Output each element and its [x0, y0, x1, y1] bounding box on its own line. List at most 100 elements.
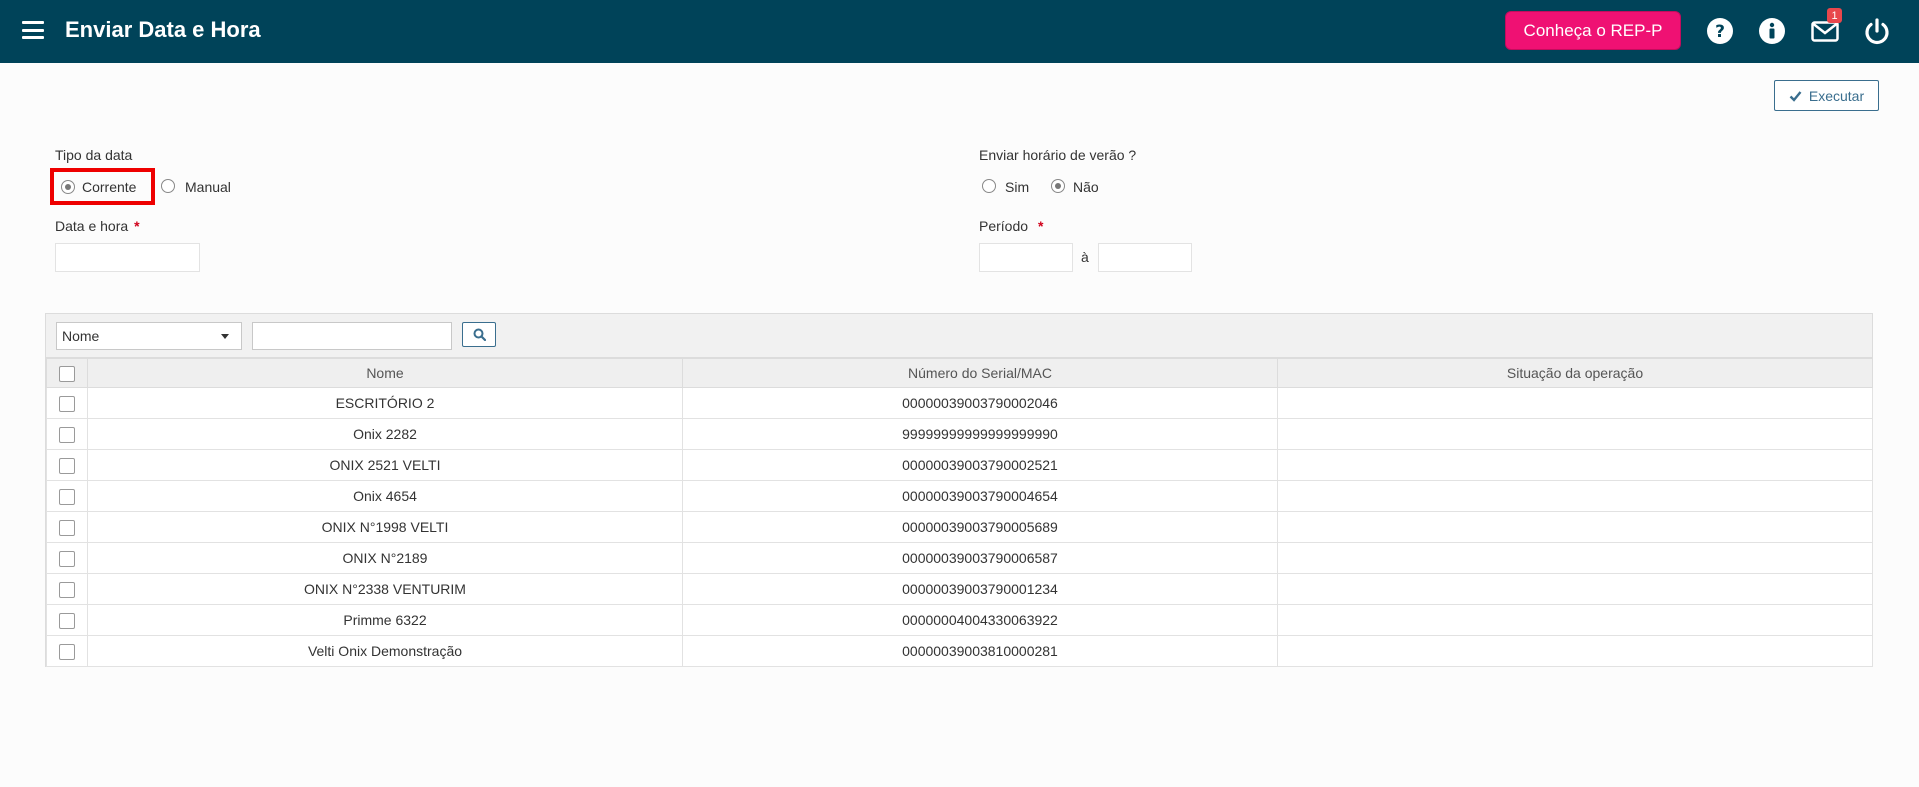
cell-serial: 00000039003790002521	[682, 449, 1278, 481]
search-icon	[473, 328, 486, 341]
periodo-separator: à	[1081, 249, 1089, 265]
cell-serial: 00000039003790001234	[682, 573, 1278, 605]
cell-serial: 99999999999999999990	[682, 418, 1278, 450]
filter-field-value: Nome	[62, 328, 100, 344]
table-row[interactable]: Primme 6322 00000004004330063922	[46, 604, 1873, 636]
row-checkbox[interactable]	[59, 457, 75, 474]
cell-situacao	[1277, 480, 1873, 512]
row-checkbox[interactable]	[59, 519, 75, 536]
cell-situacao	[1277, 573, 1873, 605]
svg-text:?: ?	[1715, 22, 1725, 42]
row-select-cell	[46, 542, 88, 574]
radio-manual-label[interactable]: Manual	[185, 179, 231, 195]
cell-situacao	[1277, 418, 1873, 450]
notification-badge: 1	[1827, 8, 1842, 23]
row-checkbox[interactable]	[59, 488, 75, 505]
row-select-cell	[46, 387, 88, 419]
row-checkbox[interactable]	[59, 395, 75, 412]
cell-nome: ONIX 2521 VELTI	[87, 449, 683, 481]
info-icon[interactable]	[1757, 16, 1787, 46]
power-icon[interactable]	[1862, 16, 1892, 46]
periodo-label: Período *	[979, 218, 1044, 234]
required-mark: *	[1038, 218, 1044, 234]
cell-serial: 00000039003790006587	[682, 542, 1278, 574]
cell-nome: Onix 2282	[87, 418, 683, 450]
cell-serial: 00000039003790005689	[682, 511, 1278, 543]
radio-sim-label[interactable]: Sim	[1005, 179, 1029, 195]
table-row[interactable]: Onix 2282 99999999999999999990	[46, 418, 1873, 450]
cell-serial: 00000039003790004654	[682, 480, 1278, 512]
cell-nome: ONIX N°1998 VELTI	[87, 511, 683, 543]
radio-corrente-label[interactable]: Corrente	[82, 179, 136, 195]
data-hora-input[interactable]	[55, 243, 200, 272]
cell-situacao	[1277, 449, 1873, 481]
horario-verao-label: Enviar horário de verão ?	[979, 147, 1137, 163]
table-row[interactable]: Velti Onix Demonstração 00000039003810000…	[46, 635, 1873, 667]
cell-nome: ONIX N°2338 VENTURIM	[87, 573, 683, 605]
cell-nome: Primme 6322	[87, 604, 683, 636]
select-all-checkbox[interactable]	[59, 365, 75, 382]
table-row[interactable]: ONIX N°2189 00000039003790006587	[46, 542, 1873, 574]
row-select-cell	[46, 418, 88, 450]
required-mark: *	[134, 218, 140, 234]
column-header-serial[interactable]: Número do Serial/MAC	[682, 358, 1278, 388]
radio-corrente[interactable]	[61, 180, 75, 194]
grid-toolbar: Nome	[46, 314, 1872, 358]
column-header-nome[interactable]: Nome	[87, 358, 683, 388]
search-button[interactable]	[462, 322, 496, 347]
tipo-data-label: Tipo da data	[55, 147, 133, 163]
rep-p-button[interactable]: Conheça o REP-P	[1505, 11, 1681, 50]
row-select-cell	[46, 511, 88, 543]
cell-serial: 00000039003810000281	[682, 635, 1278, 667]
row-checkbox[interactable]	[59, 643, 75, 660]
table-row[interactable]: ONIX N°2338 VENTURIM 00000039003790001234	[46, 573, 1873, 605]
cell-serial: 00000004004330063922	[682, 604, 1278, 636]
chevron-down-icon	[221, 334, 229, 339]
periodo-text: Período	[979, 218, 1029, 234]
cell-situacao	[1277, 604, 1873, 636]
cell-situacao	[1277, 635, 1873, 667]
table-row[interactable]: ONIX N°1998 VELTI 00000039003790005689	[46, 511, 1873, 543]
help-icon[interactable]: ?	[1705, 16, 1735, 46]
row-checkbox[interactable]	[59, 426, 75, 443]
cell-situacao	[1277, 511, 1873, 543]
radio-manual[interactable]	[161, 179, 175, 193]
table-row[interactable]: Onix 4654 00000039003790004654	[46, 480, 1873, 512]
cell-situacao	[1277, 387, 1873, 419]
table-header-row: Nome Número do Serial/MAC Situação da op…	[46, 358, 1873, 388]
radio-sim[interactable]	[982, 179, 996, 193]
data-hora-label: Data e hora *	[55, 218, 140, 234]
periodo-start-input[interactable]	[979, 243, 1073, 272]
table-row[interactable]: ONIX 2521 VELTI 00000039003790002521	[46, 449, 1873, 481]
cell-situacao	[1277, 542, 1873, 574]
radio-nao[interactable]	[1051, 179, 1065, 193]
execute-button[interactable]: Executar	[1774, 80, 1879, 111]
cell-nome: Velti Onix Demonstração	[87, 635, 683, 667]
execute-label: Executar	[1808, 87, 1865, 104]
column-header-situacao[interactable]: Situação da operação	[1277, 358, 1873, 388]
row-select-cell	[46, 604, 88, 636]
row-select-cell	[46, 480, 88, 512]
cell-serial: 00000039003790002046	[682, 387, 1278, 419]
top-bar: Enviar Data e Hora Conheça o REP-P ? 1	[0, 0, 1919, 63]
row-select-cell	[46, 635, 88, 667]
select-all-cell	[46, 358, 88, 388]
data-hora-text: Data e hora	[55, 218, 129, 234]
periodo-end-input[interactable]	[1098, 243, 1192, 272]
row-select-cell	[46, 573, 88, 605]
row-checkbox[interactable]	[59, 612, 75, 629]
cell-nome: Onix 4654	[87, 480, 683, 512]
devices-table: Nome Número do Serial/MAC Situação da op…	[46, 358, 1873, 667]
menu-icon[interactable]	[22, 21, 44, 39]
row-select-cell	[46, 449, 88, 481]
row-checkbox[interactable]	[59, 550, 75, 567]
page-title: Enviar Data e Hora	[65, 17, 261, 42]
filter-search-input[interactable]	[252, 322, 452, 350]
row-checkbox[interactable]	[59, 581, 75, 598]
check-icon	[1789, 90, 1802, 102]
table-row[interactable]: ESCRITÓRIO 2 00000039003790002046	[46, 387, 1873, 419]
radio-nao-label[interactable]: Não	[1073, 179, 1099, 195]
cell-nome: ESCRITÓRIO 2	[87, 387, 683, 419]
cell-nome: ONIX N°2189	[87, 542, 683, 574]
filter-field-select[interactable]: Nome	[56, 322, 242, 350]
